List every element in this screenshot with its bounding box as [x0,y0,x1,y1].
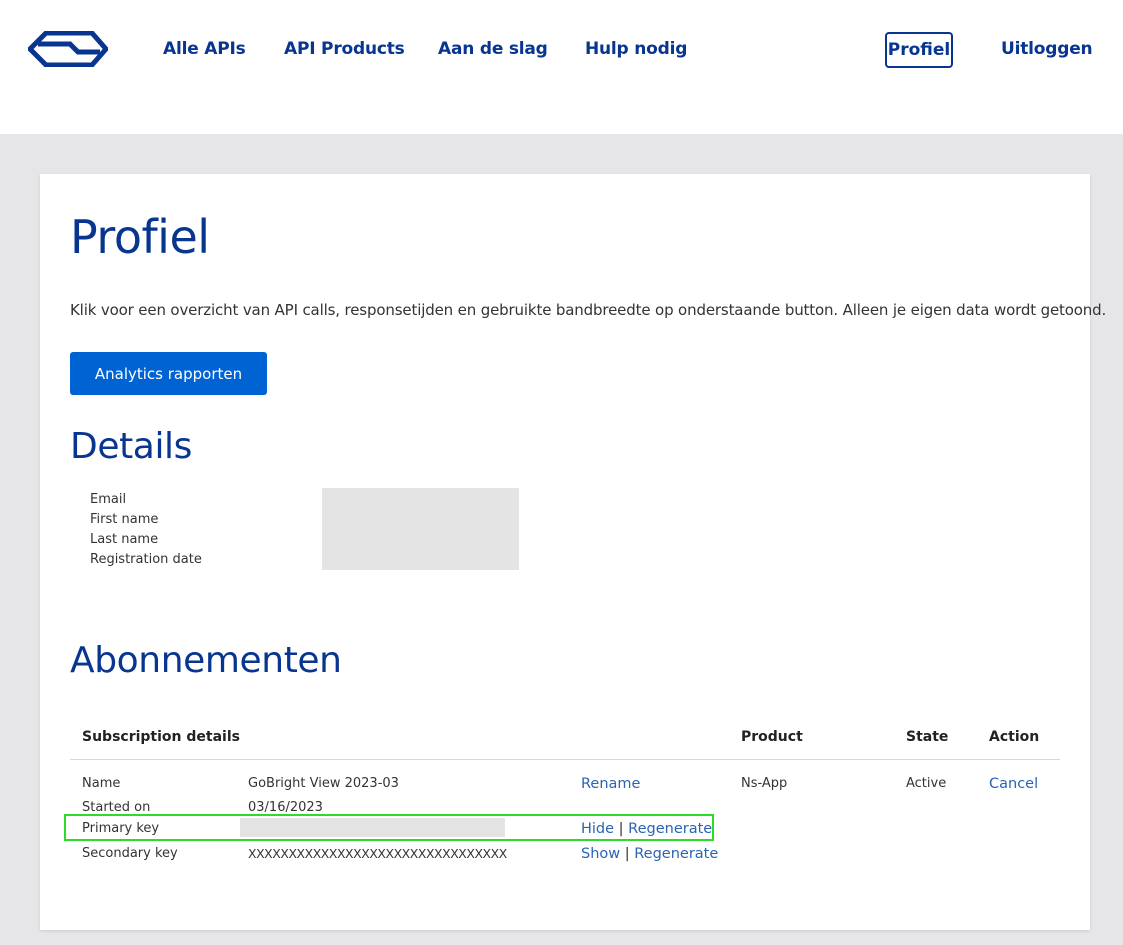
details-redacted-values [322,488,519,570]
name-value: GoBright View 2023-03 [248,776,399,791]
cancel-link[interactable]: Cancel [989,776,1038,792]
profile-card: Profiel Klik voor een overzicht van API … [40,174,1107,930]
nav-profiel[interactable]: Profiel [885,32,953,68]
nav-aan-de-slag[interactable]: Aan de slag [438,39,548,59]
started-label: Started on [82,800,151,815]
name-label: Name [82,776,121,791]
secondary-key-regenerate-link[interactable]: Regenerate [634,846,718,862]
secondary-key-actions: Show | Regenerate [581,846,718,862]
nav-hulp-nodig[interactable]: Hulp nodig [585,39,687,59]
product-value: Ns-App [741,776,788,791]
nav-alle-apis[interactable]: Alle APIs [163,39,246,59]
detail-label-email: Email [90,492,127,507]
detail-label-first-name: First name [90,512,159,527]
detail-label-registration-date: Registration date [90,552,202,567]
col-action: Action [989,729,1040,745]
col-subscription-details: Subscription details [82,729,240,745]
intro-text: Klik voor een overzicht van API calls, r… [70,301,1107,319]
nav-uitloggen[interactable]: Uitloggen [1001,39,1093,59]
secondary-key-label: Secondary key [82,846,178,861]
col-state: State [906,729,949,745]
analytics-button[interactable]: Analytics rapporten [70,352,267,395]
secondary-key-separator: | [624,846,630,862]
page-title: Profiel [70,210,210,264]
col-product: Product [741,729,803,745]
table-divider [70,759,1060,760]
secondary-key-show-link[interactable]: Show [581,846,620,862]
started-value: 03/16/2023 [248,800,323,815]
secondary-key-value: XXXXXXXXXXXXXXXXXXXXXXXXXXXXXXXX [248,846,507,861]
top-navigation: Alle APIs API Products Aan de slag Hulp … [0,0,1123,134]
state-value: Active [906,776,947,791]
subscriptions-heading: Abonnementen [70,640,342,681]
primary-key-highlight-box [64,814,714,841]
detail-label-last-name: Last name [90,532,159,547]
ns-logo-icon[interactable] [28,31,108,67]
details-heading: Details [70,426,193,467]
rename-link[interactable]: Rename [581,776,640,792]
nav-api-products[interactable]: API Products [284,39,405,59]
